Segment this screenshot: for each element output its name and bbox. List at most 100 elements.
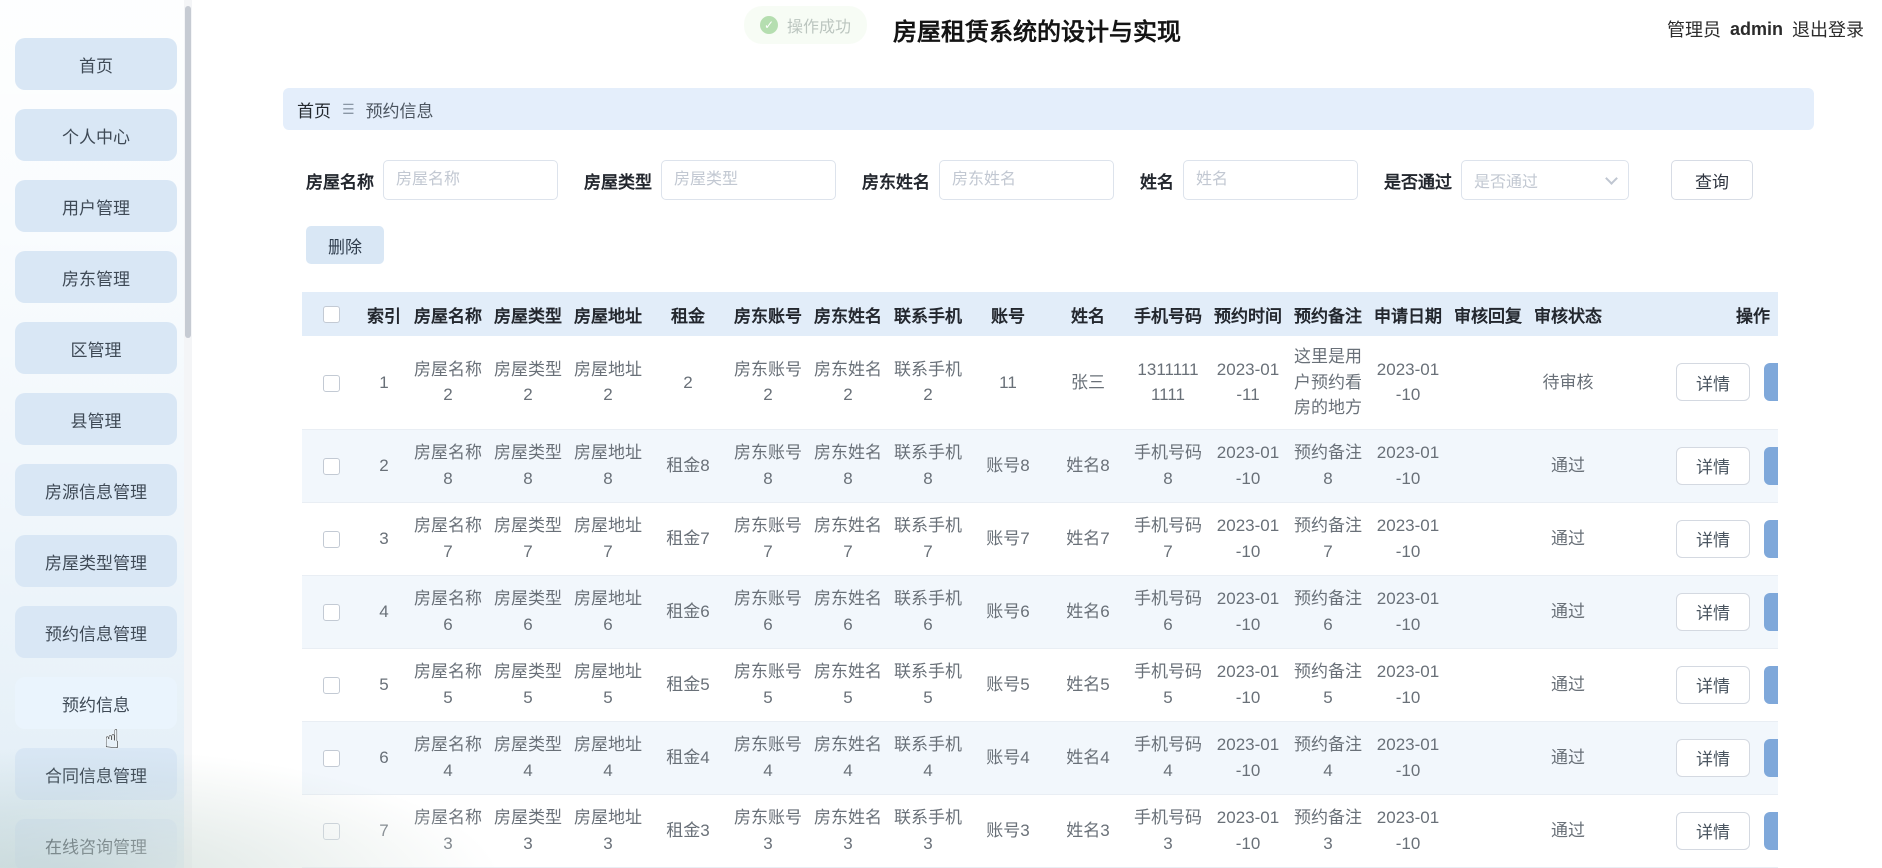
cell-phone: 手机号码4 bbox=[1128, 721, 1208, 795]
row-checkbox[interactable] bbox=[322, 530, 340, 548]
search-button[interactable]: 查询 bbox=[1671, 160, 1753, 200]
cell-account: 账号8 bbox=[968, 429, 1048, 503]
row-checkbox[interactable] bbox=[322, 603, 340, 621]
sidebar-item[interactable]: 房东管理 bbox=[15, 251, 177, 303]
sidebar-item[interactable]: 预约信息 bbox=[15, 677, 177, 729]
cell-review-reply bbox=[1448, 648, 1528, 722]
row-action-clipped-button[interactable] bbox=[1764, 592, 1778, 631]
landlord-name-input[interactable] bbox=[939, 160, 1114, 200]
cell-reserve-note: 预约备注4 bbox=[1288, 721, 1368, 795]
cell-contact-phone: 联系手机5 bbox=[888, 648, 968, 722]
filter-landlord-name: 房东姓名 bbox=[862, 160, 1114, 200]
menu-icon: ☰ bbox=[342, 100, 355, 117]
name-input[interactable] bbox=[1183, 160, 1358, 200]
cell-rent: 租金6 bbox=[648, 575, 728, 649]
row-detail-button[interactable]: 详情 bbox=[1676, 519, 1750, 558]
delete-button[interactable]: 删除 bbox=[306, 226, 384, 264]
col-reserve-note: 预约备注 bbox=[1288, 292, 1368, 336]
page-title: 房屋租赁系统的设计与实现 bbox=[893, 18, 1181, 46]
header-checkbox-cell bbox=[302, 292, 360, 336]
cell-apply-date: 2023-01-10 bbox=[1368, 721, 1448, 795]
row-checkbox[interactable] bbox=[322, 374, 340, 392]
cell-actions: 详情 bbox=[1608, 429, 1778, 503]
sidebar-item-label: 合同信息管理 bbox=[45, 766, 147, 786]
row-checkbox-cell bbox=[302, 502, 360, 576]
sidebar-item[interactable]: 预约信息管理 bbox=[15, 606, 177, 658]
sidebar-item[interactable]: 县管理 bbox=[15, 393, 177, 445]
col-apply-date: 申请日期 bbox=[1368, 292, 1448, 336]
cell-review-status: 通过 bbox=[1528, 721, 1608, 795]
sidebar-item[interactable]: 房源信息管理 bbox=[15, 464, 177, 516]
row-detail-button[interactable]: 详情 bbox=[1676, 665, 1750, 704]
house-name-input[interactable] bbox=[383, 160, 558, 200]
col-house-address: 房屋地址 bbox=[568, 292, 648, 336]
house-type-label: 房屋类型 bbox=[584, 172, 652, 192]
user-area: 管理员 admin 退出登录 bbox=[1667, 0, 1864, 58]
cell-house-type: 房屋类型4 bbox=[488, 721, 568, 795]
cell-reserve-note: 预约备注3 bbox=[1288, 794, 1368, 868]
cell-house-type: 房屋类型5 bbox=[488, 648, 568, 722]
cell-contact-phone: 联系手机8 bbox=[888, 429, 968, 503]
cell-house-address: 房屋地址7 bbox=[568, 502, 648, 576]
success-check-icon: ✓ bbox=[760, 16, 778, 34]
cell-index: 6 bbox=[360, 721, 408, 795]
cell-index: 5 bbox=[360, 648, 408, 722]
cell-rent: 租金3 bbox=[648, 794, 728, 868]
row-detail-button[interactable]: 详情 bbox=[1676, 446, 1750, 485]
row-action-clipped-button[interactable] bbox=[1764, 665, 1778, 704]
cell-index: 4 bbox=[360, 575, 408, 649]
pass-status-select[interactable]: 是否通过 bbox=[1461, 160, 1629, 200]
house-type-input[interactable] bbox=[661, 160, 836, 200]
cell-index: 3 bbox=[360, 502, 408, 576]
row-detail-button[interactable]: 详情 bbox=[1676, 811, 1750, 850]
row-action-clipped-button[interactable] bbox=[1764, 811, 1778, 850]
sidebar-scrollbar[interactable] bbox=[184, 0, 192, 868]
row-checkbox[interactable] bbox=[322, 676, 340, 694]
row-action-clipped-button[interactable] bbox=[1764, 738, 1778, 777]
table-row: 1 房屋名称2 房屋类型2 房屋地址2 2 房东账号2 房东姓名2 联系手机2 … bbox=[302, 336, 1778, 430]
cell-landlord-account: 房东账号2 bbox=[728, 336, 808, 430]
cell-landlord-account: 房东账号5 bbox=[728, 648, 808, 722]
sidebar-item[interactable]: 首页 bbox=[15, 38, 177, 90]
sidebar-item[interactable]: 合同信息管理 bbox=[15, 748, 177, 800]
cell-reserve-note: 预约备注6 bbox=[1288, 575, 1368, 649]
row-checkbox-cell bbox=[302, 648, 360, 722]
cell-house-name: 房屋名称6 bbox=[408, 575, 488, 649]
cell-account: 账号6 bbox=[968, 575, 1048, 649]
sidebar-scrollbar-thumb[interactable] bbox=[185, 6, 191, 338]
row-action-clipped-button[interactable] bbox=[1764, 519, 1778, 558]
row-checkbox[interactable] bbox=[322, 822, 340, 840]
cell-contact-phone: 联系手机3 bbox=[888, 794, 968, 868]
row-detail-button[interactable]: 详情 bbox=[1676, 738, 1750, 777]
sidebar-item[interactable]: 在线咨询管理 bbox=[15, 819, 177, 868]
cell-reserve-note: 这里是用户预约看房的地方 bbox=[1288, 336, 1368, 430]
cell-phone: 手机号码3 bbox=[1128, 794, 1208, 868]
cell-reserve-time: 2023-01-10 bbox=[1208, 648, 1288, 722]
row-action-clipped-button[interactable] bbox=[1764, 363, 1778, 402]
table-row: 4 房屋名称6 房屋类型6 房屋地址6 租金6 房东账号6 房东姓名6 联系手机… bbox=[302, 575, 1778, 649]
cell-review-reply bbox=[1448, 336, 1528, 430]
name-label: 姓名 bbox=[1140, 172, 1174, 192]
row-action-clipped-button[interactable] bbox=[1764, 446, 1778, 485]
cell-review-reply bbox=[1448, 575, 1528, 649]
sidebar-item[interactable]: 房屋类型管理 bbox=[15, 535, 177, 587]
sidebar-item[interactable]: 区管理 bbox=[15, 322, 177, 374]
row-checkbox[interactable] bbox=[322, 457, 340, 475]
content-area: 首页 ☰ 预约信息 房屋名称 房屋类型 房东姓名 姓名 bbox=[192, 58, 1882, 868]
cell-account: 账号3 bbox=[968, 794, 1048, 868]
breadcrumb-home[interactable]: 首页 bbox=[297, 97, 331, 122]
row-checkbox[interactable] bbox=[322, 749, 340, 767]
row-detail-button[interactable]: 详情 bbox=[1676, 592, 1750, 631]
cell-apply-date: 2023-01-10 bbox=[1368, 575, 1448, 649]
sidebar-item[interactable]: 用户管理 bbox=[15, 180, 177, 232]
row-checkbox-cell bbox=[302, 575, 360, 649]
sidebar-item[interactable]: 个人中心 bbox=[15, 109, 177, 161]
logout-link[interactable]: 退出登录 bbox=[1792, 16, 1864, 42]
col-rent: 租金 bbox=[648, 292, 728, 336]
cell-actions: 详情 bbox=[1608, 336, 1778, 430]
success-toast: ✓ 操作成功 bbox=[744, 6, 868, 44]
sidebar-item-label: 用户管理 bbox=[62, 198, 130, 218]
row-detail-button[interactable]: 详情 bbox=[1676, 363, 1750, 402]
sidebar-item-label: 房东管理 bbox=[62, 269, 130, 289]
select-all-checkbox[interactable] bbox=[322, 306, 340, 324]
